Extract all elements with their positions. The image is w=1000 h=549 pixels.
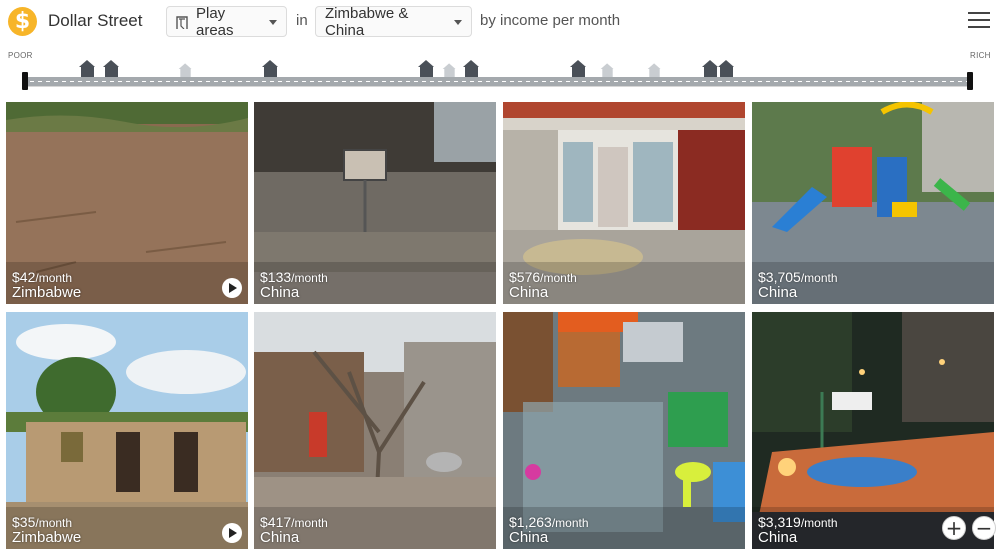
family-card[interactable]: $3,705/month China [752,102,994,304]
house-marker[interactable] [702,60,719,77]
family-card[interactable]: $1,263/month China [503,312,745,549]
min-income-slider[interactable] [22,72,28,90]
country-name: China [758,529,798,546]
topic-label: Play areas [196,4,234,39]
dollar-icon: $ [14,8,31,34]
family-card[interactable]: $133/month China [254,102,496,304]
income-label: $42/month [12,269,73,285]
dollar-street-logo[interactable]: $ [8,7,37,36]
house-marker[interactable] [647,63,662,77]
income-label: $35/month [12,514,73,530]
in-label: in [296,12,308,29]
hamburger-menu-icon[interactable] [968,12,990,32]
topic-dropdown[interactable]: Play areas [166,4,287,39]
house-marker[interactable] [442,63,457,77]
income-road[interactable] [22,77,972,86]
country-name: China [509,529,549,546]
house-marker[interactable] [103,60,120,77]
brand-name[interactable]: Dollar Street [48,11,142,31]
country-name: Zimbabwe [12,284,82,301]
country-dropdown[interactable]: Zimbabwe & China [315,4,472,39]
play-video-icon[interactable] [222,523,242,543]
chevron-down-icon [269,20,277,25]
income-label: $3,319/month [758,514,838,530]
chevron-down-icon [454,20,462,25]
family-card[interactable]: $42/month Zimbabwe [6,102,248,304]
rich-label: RICH [970,51,991,60]
play-video-icon[interactable] [222,278,242,298]
sort-description: by income per month [480,12,621,29]
country-name: China [260,284,300,301]
house-marker[interactable] [178,63,193,77]
top-bar: $ Dollar Street Play areas in Zimbabwe &… [0,0,1000,44]
family-grid: $42/month Zimbabwe $133/month China $576… [0,102,1000,549]
family-card[interactable]: $35/month Zimbabwe [6,312,248,549]
country-name: China [260,529,300,546]
house-marker[interactable] [79,60,96,77]
country-label: Zimbabwe & China [325,4,409,39]
income-street: POOR RICH [0,44,1000,102]
max-income-slider[interactable] [967,72,973,90]
house-marker[interactable] [570,60,587,77]
zoom-out-button[interactable]: − [972,516,996,540]
country-name: China [509,284,549,301]
house-marker[interactable] [262,60,279,77]
country-name: China [758,284,798,301]
house-marker[interactable] [463,60,480,77]
poor-label: POOR [8,51,33,60]
income-label: $3,705/month [758,269,838,285]
country-name: Zimbabwe [12,529,82,546]
income-label: $576/month [509,269,577,285]
income-label: $133/month [260,269,328,285]
family-card[interactable]: $576/month China [503,102,745,304]
playground-icon [176,15,188,29]
income-label: $1,263/month [509,514,589,530]
house-marker[interactable] [418,60,435,77]
family-card[interactable]: $3,319/month China [752,312,994,549]
road-edge [22,86,972,87]
zoom-in-button[interactable]: + [942,516,966,540]
income-label: $417/month [260,514,328,530]
family-card[interactable]: $417/month China [254,312,496,549]
house-marker[interactable] [600,63,615,77]
house-marker[interactable] [718,60,735,77]
